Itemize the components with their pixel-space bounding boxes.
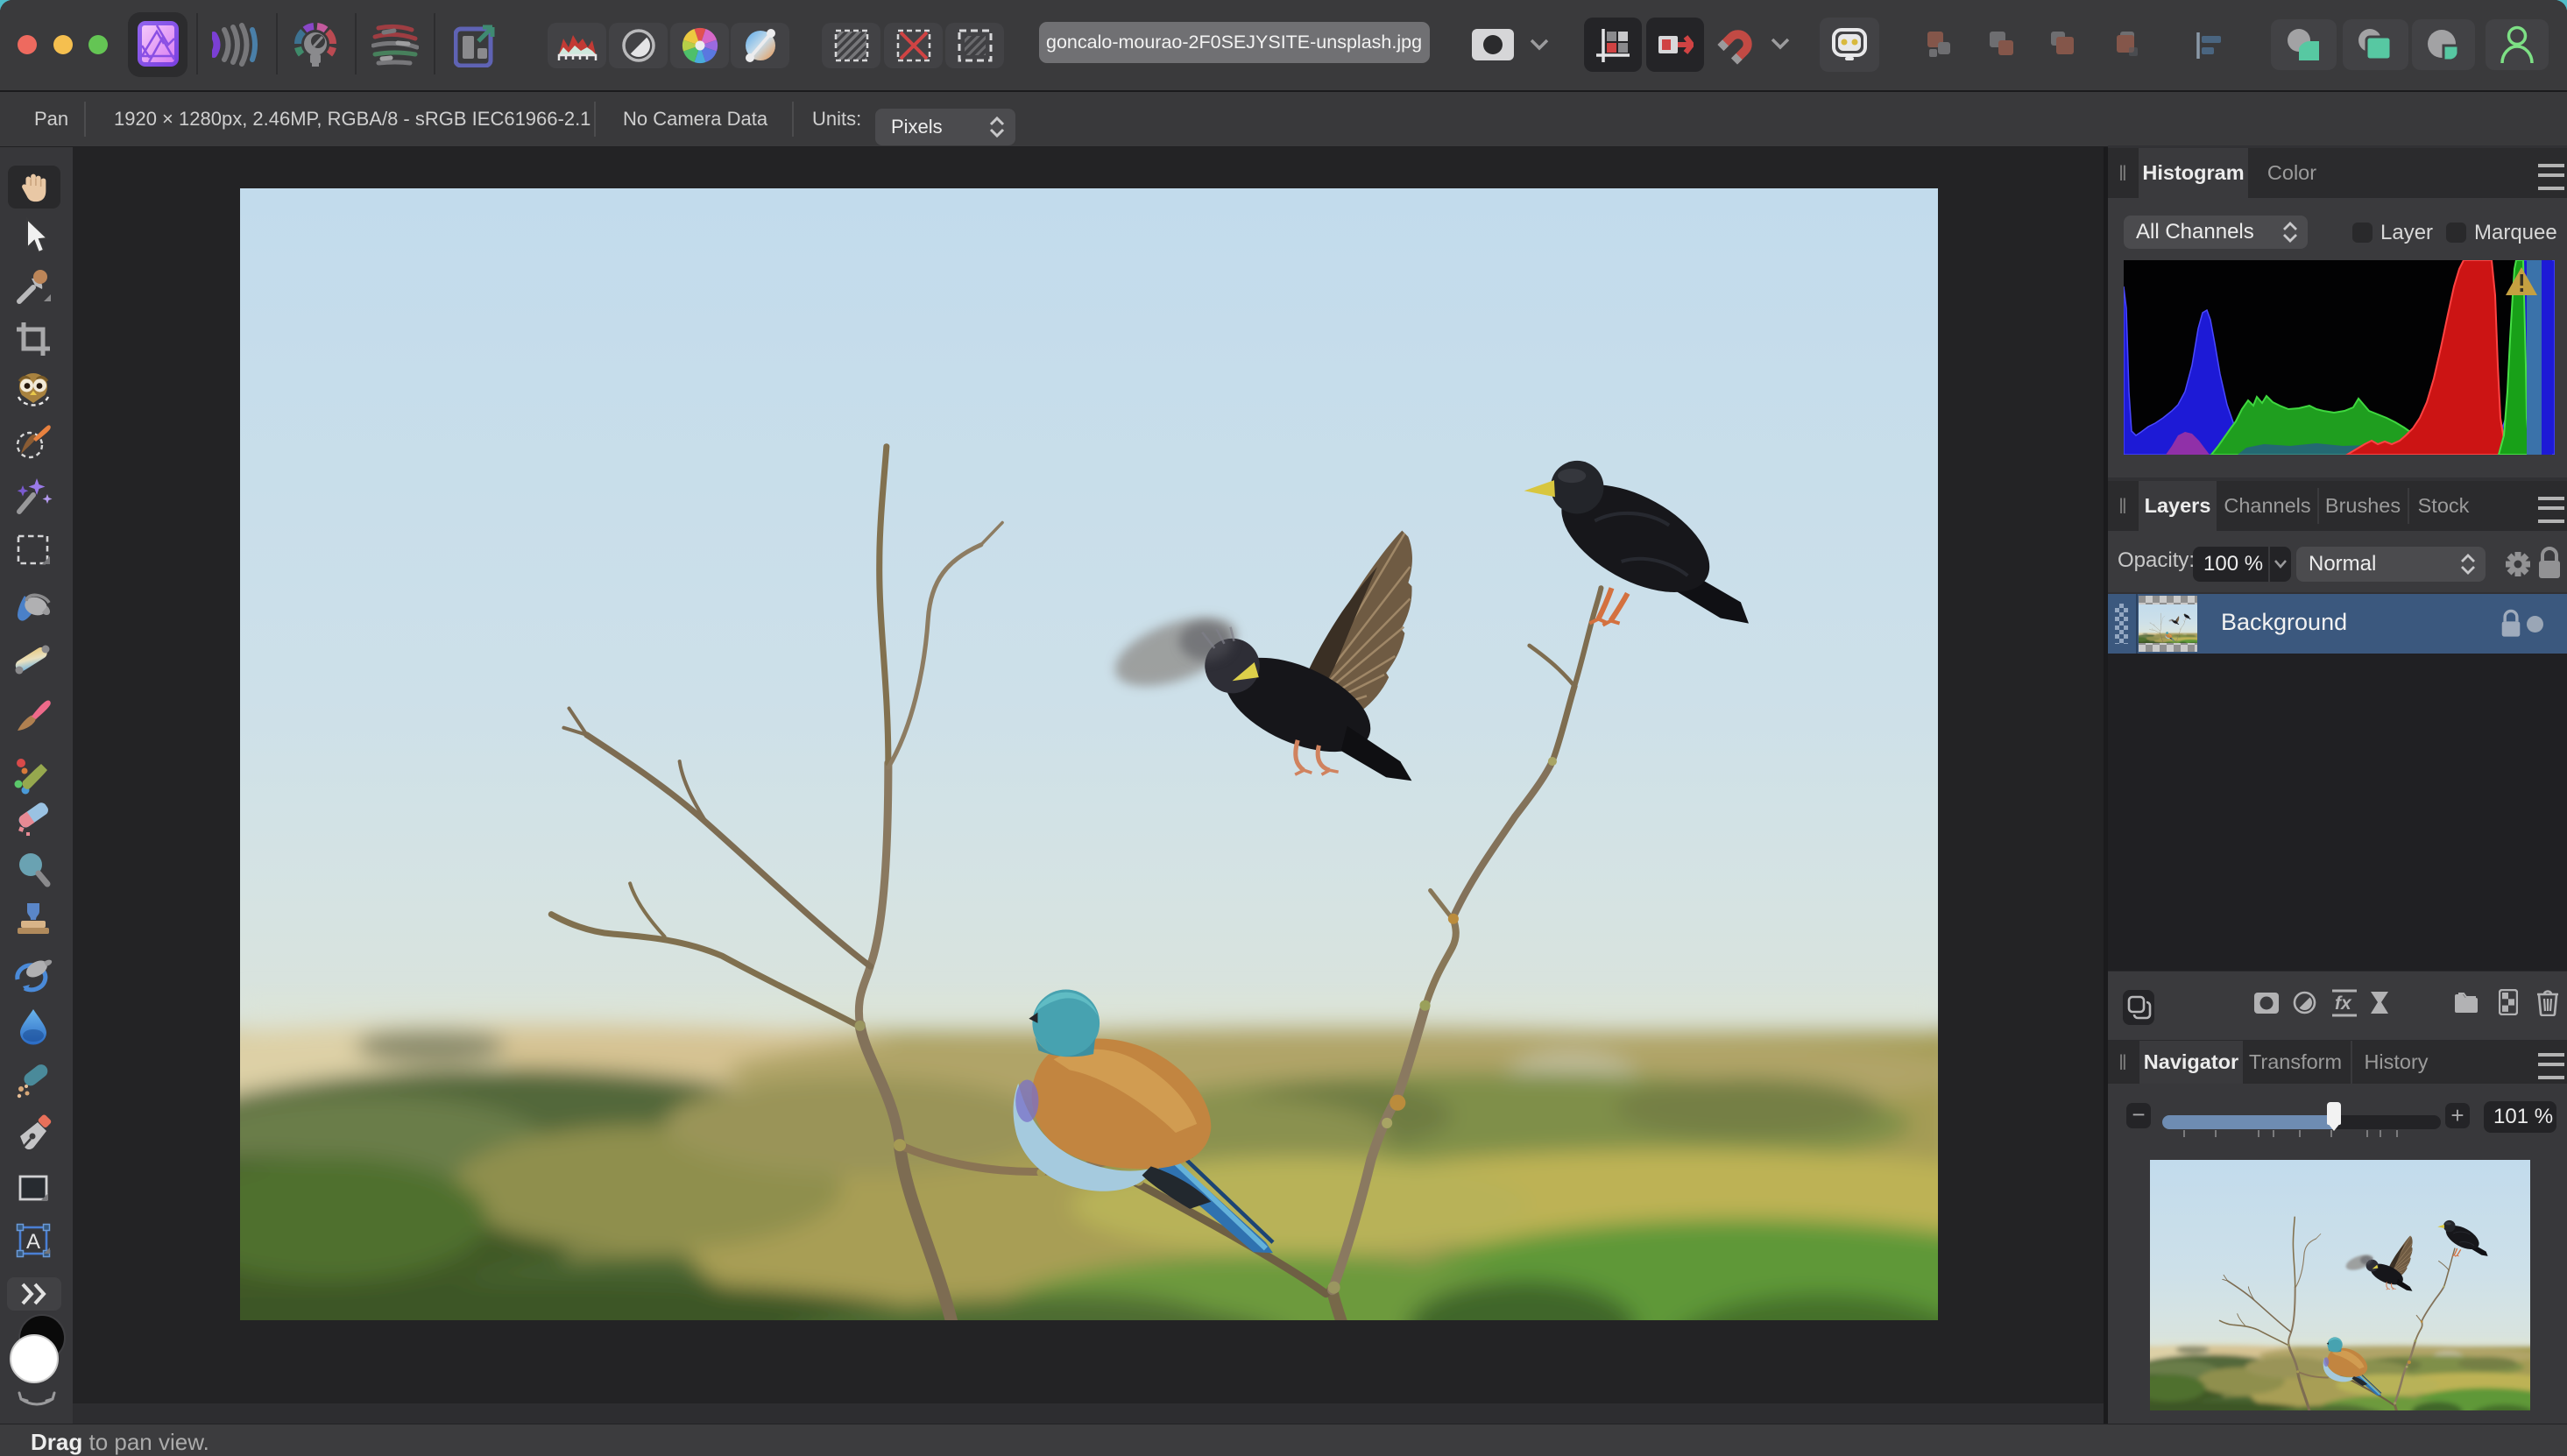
svg-text:A: A: [26, 1230, 40, 1254]
svg-text:fx: fx: [2335, 993, 2352, 1014]
